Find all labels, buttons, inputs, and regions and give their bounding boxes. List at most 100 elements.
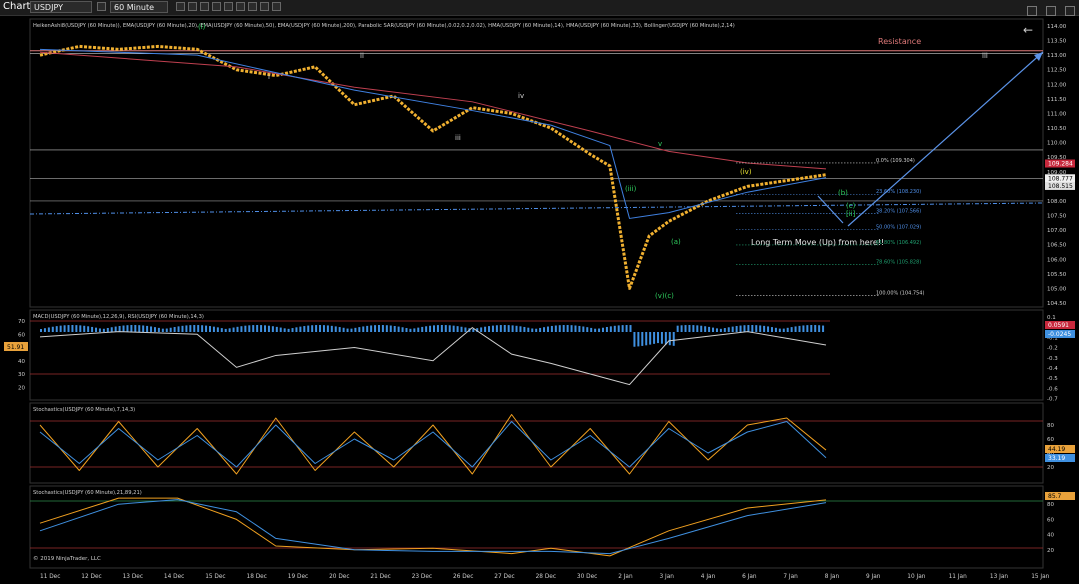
wave-label: v <box>658 140 662 148</box>
search-icon[interactable] <box>97 2 106 11</box>
macd-histogram-bar <box>244 325 247 332</box>
macd-histogram-bar <box>102 328 105 332</box>
macd-histogram-bar <box>429 325 432 332</box>
macd-histogram-bar <box>668 332 671 346</box>
time-tick-label: 4 Jan <box>701 574 716 580</box>
macd-histogram-bar <box>558 325 561 332</box>
price-tick-label: 111.50 <box>1047 97 1067 103</box>
time-tick-label: 7 Jan <box>783 574 798 580</box>
share-icon[interactable] <box>272 2 281 11</box>
minimize-icon[interactable] <box>1026 6 1037 16</box>
macd-histogram-bar <box>653 332 656 344</box>
macd-histogram-bar <box>464 327 467 332</box>
macd-histogram-bar <box>802 325 805 332</box>
close-icon[interactable] <box>1065 6 1075 16</box>
macd-histogram-bar <box>460 326 463 332</box>
strategies-icon[interactable] <box>236 2 245 11</box>
crosshair-icon[interactable] <box>212 2 221 11</box>
time-tick-label: 13 Jan <box>990 574 1008 580</box>
macd-histogram-bar <box>778 328 781 332</box>
macd-histogram-bar <box>67 325 70 332</box>
macd-histogram-bar <box>767 326 770 332</box>
macd-histogram-bar <box>806 325 809 332</box>
macd-histogram-bar <box>515 325 518 332</box>
macd-histogram-bar <box>295 327 298 332</box>
macd-histogram-bar <box>535 328 538 332</box>
macd-histogram-bar <box>319 325 322 332</box>
draw-tool-icon[interactable] <box>188 2 197 11</box>
macd-histogram-bar <box>786 327 789 332</box>
macd-histogram-bar <box>224 328 227 332</box>
price-tick-label: 114.00 <box>1047 24 1067 30</box>
macd-histogram-bar <box>531 328 534 332</box>
price-tick-label: 104.50 <box>1047 301 1067 307</box>
macd-histogram-bar <box>539 327 542 332</box>
time-tick-label: 15 Dec <box>205 574 225 580</box>
macd-histogram-bar <box>503 325 506 332</box>
macd-histogram-bar <box>794 326 797 332</box>
macd-histogram-bar <box>91 326 94 332</box>
price-tick-label: 107.00 <box>1047 228 1067 234</box>
stoch-d-text: 33.19 <box>1048 455 1065 462</box>
instrument-selector[interactable]: USDJPY <box>30 1 92 13</box>
macd-histogram-bar <box>252 325 255 332</box>
chart-area[interactable]: HeikenAshi8(USDJPY (60 Minute)), EMA(USD… <box>0 16 1079 584</box>
macd-histogram-bar <box>818 325 821 332</box>
zoom-icon[interactable] <box>200 2 209 11</box>
price-tick-label: 106.00 <box>1047 257 1067 263</box>
macd-histogram-bar <box>346 328 349 332</box>
macd-histogram-bar <box>814 325 817 332</box>
macd-histogram-bar <box>708 326 711 332</box>
time-tick-label: 14 Dec <box>164 574 184 580</box>
macd-histogram-bar <box>582 326 585 332</box>
macd-histogram-bar <box>330 325 333 332</box>
macd-histogram-bar <box>405 328 408 332</box>
rsi-value-text: 51.91 <box>7 344 24 351</box>
macd-histogram-bar <box>220 328 223 332</box>
macd-histogram-bar <box>55 326 58 332</box>
stoch-tick-label: 60 <box>1047 517 1054 523</box>
macd-histogram-bar <box>393 325 396 332</box>
macd-histogram-bar <box>83 325 86 332</box>
macd-histogram-bar <box>303 326 306 332</box>
macd-histogram-bar <box>146 325 149 332</box>
rsi-tick-label: 70 <box>18 319 25 325</box>
wave-label: (c) <box>846 202 856 210</box>
macd-histogram-bar <box>165 328 168 332</box>
macd-histogram-bar <box>374 325 377 332</box>
time-tick-label: 9 Jan <box>866 574 881 580</box>
macd-histogram-bar <box>40 329 42 332</box>
stoch2-panel-header: Stochastics(USDJPY (60 Minute),21,89,21) <box>33 490 142 496</box>
macd-histogram-bar <box>562 325 565 332</box>
macd-histogram-bar <box>715 328 718 332</box>
macd-histogram-bar <box>397 326 400 332</box>
macd-histogram-bar <box>366 325 369 332</box>
timeframe-selector[interactable]: 60 Minute <box>110 1 168 13</box>
macd-histogram-bar <box>440 325 443 332</box>
macd-histogram-bar <box>177 326 180 332</box>
macd-histogram-bar <box>574 325 577 332</box>
macd-badge-1-text: 0.0591 <box>1048 322 1069 329</box>
indicators-icon[interactable] <box>224 2 233 11</box>
price-badge-text: 108.515 <box>1048 183 1073 190</box>
back-arrow-icon[interactable]: ← <box>1023 23 1033 37</box>
toolbar: Chart USDJPY 60 Minute <box>0 0 1079 16</box>
fib-level-label: 50.00% (107.029) <box>876 224 921 230</box>
macd-histogram-bar <box>436 325 439 332</box>
resistance-label: Resistance <box>878 37 921 46</box>
macd-histogram-bar <box>342 327 345 332</box>
macd-histogram-bar <box>358 327 361 332</box>
macd-histogram-bar <box>421 326 424 332</box>
macd-histogram-bar <box>150 326 153 332</box>
macd-histogram-bar <box>71 325 74 332</box>
macd-histogram-bar <box>240 326 243 332</box>
properties-icon[interactable] <box>260 2 269 11</box>
macd-histogram-bar <box>613 325 616 332</box>
macd-histogram-bar <box>256 325 259 332</box>
templates-icon[interactable] <box>248 2 257 11</box>
macd-histogram-bar <box>413 328 416 332</box>
price-badges: 109.284 108.777108.515 <box>1045 159 1075 190</box>
bar-type-icon[interactable] <box>176 2 185 11</box>
maximize-icon[interactable] <box>1045 6 1056 16</box>
time-tick-label: 13 Dec <box>123 574 143 580</box>
